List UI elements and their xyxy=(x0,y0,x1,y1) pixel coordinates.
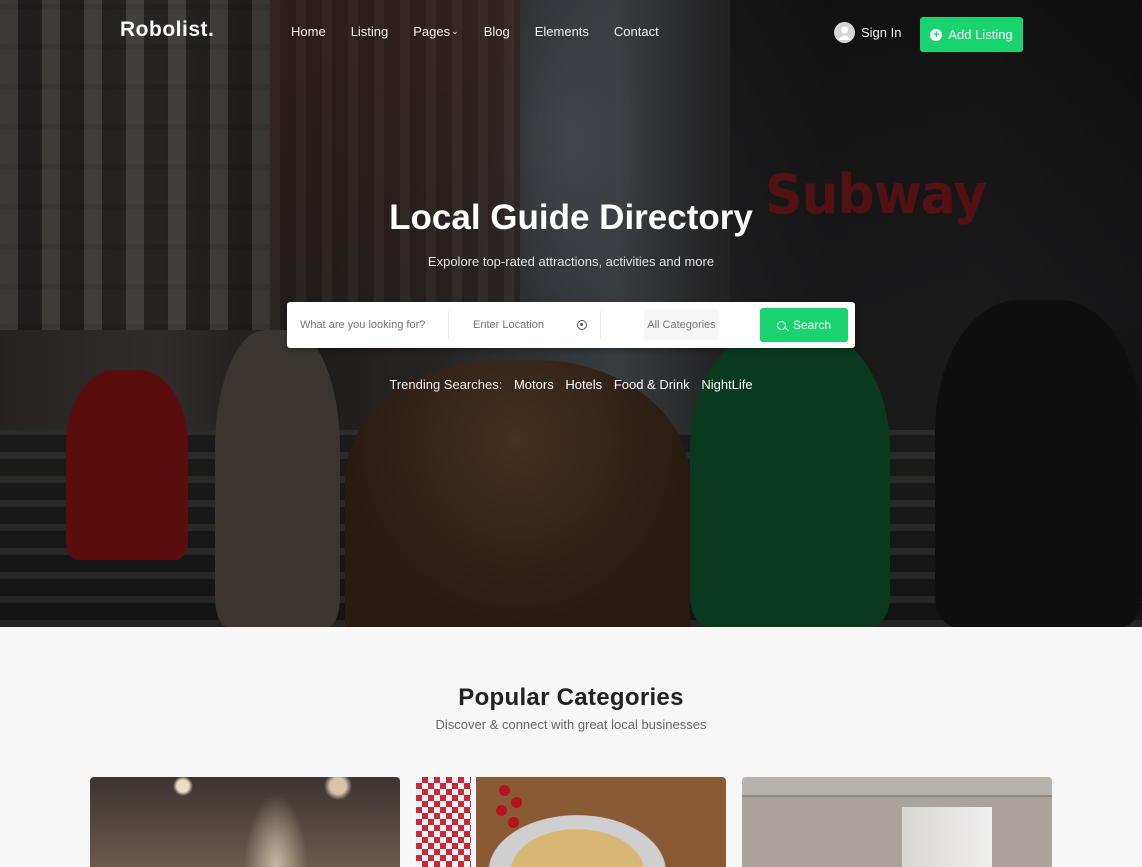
add-listing-label: Add Listing xyxy=(948,27,1013,42)
trending-searches: Trending Searches: Motors Hotels Food & … xyxy=(0,377,1142,392)
trending-link[interactable]: Hotels xyxy=(565,377,602,392)
trending-link[interactable]: Motors xyxy=(514,377,554,392)
category-card-image xyxy=(90,777,400,867)
category-card[interactable] xyxy=(416,777,726,867)
category-card-image-detail xyxy=(496,805,507,816)
sign-in-label: Sign In xyxy=(861,25,902,40)
add-listing-button[interactable]: + Add Listing xyxy=(920,17,1023,52)
sign-in-link[interactable]: Sign In xyxy=(834,22,901,43)
category-card[interactable] xyxy=(742,777,1052,867)
nav-item-contact[interactable]: Contact xyxy=(614,24,659,39)
user-icon xyxy=(834,22,855,43)
location-input[interactable] xyxy=(473,302,573,348)
chevron-down-icon: ⌄ xyxy=(451,26,459,36)
hero-section: Subway Robolist. Home Listing Pages ⌄ Blo… xyxy=(0,0,1142,627)
nav-item-elements[interactable]: Elements xyxy=(535,24,589,39)
trending-label: Trending Searches: xyxy=(389,377,503,392)
category-card-image-detail xyxy=(499,785,510,796)
nav-item-label: Elements xyxy=(534,24,589,39)
category-select[interactable]: All Categories xyxy=(644,310,719,340)
site-logo[interactable]: Robolist. xyxy=(120,18,214,42)
nav-item-label: Blog xyxy=(483,24,510,39)
nav-item-label: Listing xyxy=(350,24,389,39)
nav-item-pages[interactable]: Pages ⌄ xyxy=(413,24,458,39)
hero-title: Local Guide Directory xyxy=(389,198,753,237)
nav-item-label: Home xyxy=(291,24,326,39)
divider xyxy=(600,311,601,339)
nav-item-home[interactable]: Home xyxy=(291,24,326,39)
divider xyxy=(448,311,449,339)
category-card-image-detail xyxy=(511,797,522,808)
search-icon xyxy=(776,320,786,330)
nav-item-label: Pages xyxy=(413,24,451,39)
search-bar: All Categories Search xyxy=(287,302,855,348)
search-button-label: Search xyxy=(792,318,832,332)
main-nav: Home Listing Pages ⌄ Blog Elements Contac… xyxy=(291,24,684,39)
plus-circle-icon: + xyxy=(930,28,943,41)
nav-item-label: Contact xyxy=(613,24,659,39)
nav-item-listing[interactable]: Listing xyxy=(351,24,389,39)
nav-item-blog[interactable]: Blog xyxy=(484,24,510,39)
category-card[interactable] xyxy=(90,777,400,867)
trending-link[interactable]: NightLife xyxy=(701,377,752,392)
category-card-image xyxy=(902,807,992,867)
search-button[interactable]: Search xyxy=(760,308,848,342)
target-icon[interactable] xyxy=(577,320,587,330)
search-keyword-input[interactable] xyxy=(300,302,445,348)
category-card-image xyxy=(416,777,471,867)
section-title: Popular Categories xyxy=(458,684,684,711)
hero-subtitle: Expolore top-rated attractions, activiti… xyxy=(427,254,715,269)
category-card-image-detail xyxy=(508,817,519,828)
trending-link[interactable]: Food & Drink xyxy=(614,377,690,392)
section-subtitle: Discover & connect with great local busi… xyxy=(435,717,707,732)
